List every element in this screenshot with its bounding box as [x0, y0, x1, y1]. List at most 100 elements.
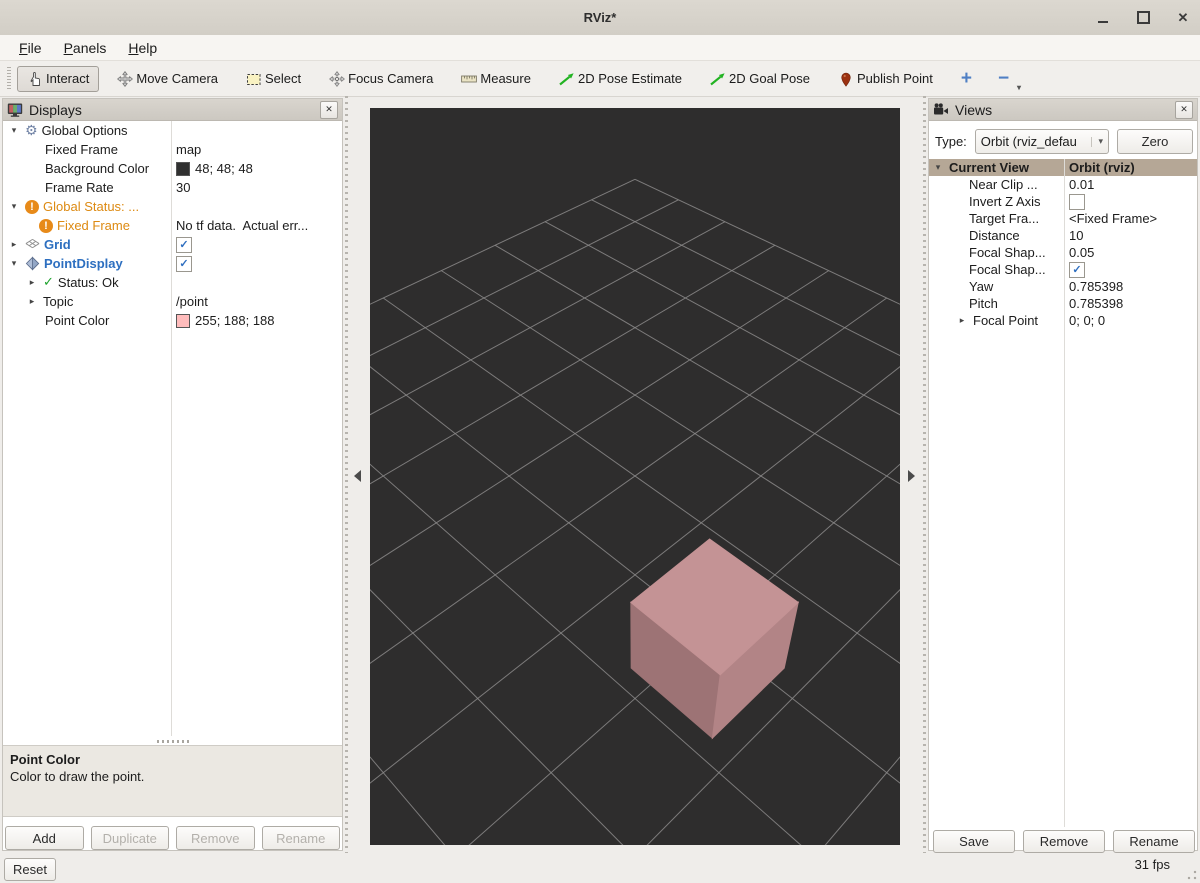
value-text[interactable]: Orbit (rviz) — [1069, 160, 1135, 175]
views-row-distance[interactable]: Distance10 — [929, 227, 1197, 244]
maximize-icon[interactable] — [1134, 9, 1152, 27]
value-text[interactable]: 255; 188; 188 — [195, 313, 275, 328]
rename-button[interactable]: Rename — [1113, 830, 1195, 853]
expander-down-icon[interactable]: ▾ — [7, 126, 21, 136]
view-type-value: Orbit (rviz_defau — [981, 134, 1077, 149]
tool-dropdown-icon[interactable]: ▾ — [1017, 83, 1021, 92]
property-label: Status: Ok — [58, 275, 119, 290]
tool-publish-point[interactable]: Publish Point — [828, 66, 943, 92]
render-viewport[interactable] — [370, 108, 900, 845]
left-splitter[interactable] — [345, 96, 348, 853]
value-text[interactable]: 0.05 — [1069, 245, 1094, 260]
expander-right-icon[interactable]: ▸ — [25, 278, 39, 288]
checkbox-unchecked[interactable] — [1069, 194, 1085, 210]
checkbox-checked[interactable]: ✓ — [176, 256, 192, 272]
value-text[interactable]: 10 — [1069, 228, 1083, 243]
views-row-focal-point[interactable]: ▸ Focal Point 0; 0; 0 — [929, 312, 1197, 329]
displays-splitter-handle[interactable] — [157, 740, 189, 743]
property-label: Focal Point — [973, 313, 1038, 328]
checkbox-checked[interactable]: ✓ — [1069, 262, 1085, 278]
value-text[interactable]: 0.01 — [1069, 177, 1094, 192]
displays-row-pointdisplay[interactable]: ▾PointDisplay✓ — [3, 254, 342, 273]
tool-2d-goal-pose[interactable]: 2D Goal Pose — [700, 66, 820, 92]
property-value: ✓ — [171, 256, 342, 272]
views-row-focal-shap[interactable]: Focal Shap...0.05 — [929, 244, 1197, 261]
menu-file[interactable]: File — [8, 38, 53, 58]
pose-arrow-icon — [559, 71, 575, 87]
views-row-focal-shap[interactable]: Focal Shap...✓ — [929, 261, 1197, 278]
displays-row-grid[interactable]: ▸Grid✓ — [3, 235, 342, 254]
displays-row-background-color[interactable]: Background Color48; 48; 48 — [3, 159, 342, 178]
color-swatch[interactable] — [176, 314, 190, 328]
displays-row-fixed-frame[interactable]: !Fixed FrameNo tf data. Actual err... — [3, 216, 342, 235]
views-row-yaw[interactable]: Yaw0.785398 — [929, 278, 1197, 295]
right-splitter[interactable] — [923, 96, 926, 853]
toolbar-drag-handle-icon[interactable] — [6, 67, 12, 91]
expander-right-icon[interactable]: ▸ — [955, 316, 969, 326]
add-button[interactable]: Add — [5, 826, 84, 850]
value-text[interactable]: map — [176, 142, 201, 157]
reset-button[interactable]: Reset — [4, 858, 56, 881]
toolbar: Interact Move Camera Select Focus Camera Mea… — [0, 61, 1200, 97]
value-text[interactable]: 0.785398 — [1069, 296, 1123, 311]
remove-tool-label: − — [998, 68, 1009, 89]
resize-grip-icon[interactable] — [1187, 870, 1197, 880]
color-swatch[interactable] — [176, 162, 190, 176]
expander-right-icon[interactable]: ▸ — [7, 240, 21, 250]
value-text[interactable]: 48; 48; 48 — [195, 161, 253, 176]
warning-icon: ! — [25, 200, 39, 214]
views-row-invert-z-axis[interactable]: Invert Z Axis — [929, 193, 1197, 210]
menu-panels[interactable]: Panels — [53, 38, 118, 58]
collapse-right-icon[interactable] — [908, 470, 915, 482]
view-type-select[interactable]: Orbit (rviz_defau ▾ — [975, 129, 1109, 154]
displays-row-point-color[interactable]: Point Color255; 188; 188 — [3, 311, 342, 330]
displays-row-status-ok[interactable]: ▸✓Status: Ok — [3, 273, 342, 292]
views-buttons: Save Remove Rename — [933, 830, 1195, 853]
displays-row-fixed-frame[interactable]: Fixed Framemap — [3, 140, 342, 159]
close-icon[interactable]: ✕ — [1174, 9, 1192, 27]
displays-close-icon[interactable]: ✕ — [320, 101, 338, 119]
status-bar: Reset 31 fps — [0, 855, 1200, 883]
save-button[interactable]: Save — [933, 830, 1015, 853]
tool-move-camera[interactable]: Move Camera — [107, 66, 228, 92]
tool-interact[interactable]: Interact — [17, 66, 99, 92]
displays-row-frame-rate[interactable]: Frame Rate30 — [3, 178, 342, 197]
collapse-left-icon[interactable] — [354, 470, 361, 482]
menu-help[interactable]: Help — [117, 38, 168, 58]
tool-measure[interactable]: Measure — [451, 66, 541, 92]
views-row-pitch[interactable]: Pitch0.785398 — [929, 295, 1197, 312]
value-text[interactable]: 0.785398 — [1069, 279, 1123, 294]
value-text[interactable]: /point — [176, 294, 208, 309]
value-text[interactable]: 0; 0; 0 — [1069, 313, 1105, 328]
displays-row-topic[interactable]: ▸Topic/point — [3, 292, 342, 311]
zero-button[interactable]: Zero — [1117, 129, 1193, 154]
value-text[interactable]: 30 — [176, 180, 190, 195]
value-text[interactable]: <Fixed Frame> — [1069, 211, 1157, 226]
value-text[interactable]: No tf data. Actual err... — [176, 218, 308, 233]
expander-right-icon[interactable]: ▸ — [25, 297, 39, 307]
tool-2d-pose-estimate[interactable]: 2D Pose Estimate — [549, 66, 692, 92]
property-description-box: Point Color Color to draw the point. — [3, 745, 342, 817]
remove-tool-button[interactable]: −▾ — [988, 68, 1019, 90]
checkbox-checked[interactable]: ✓ — [176, 237, 192, 253]
tool-focus-camera[interactable]: Focus Camera — [319, 66, 443, 92]
views-row-current-view[interactable]: ▾Current ViewOrbit (rviz) — [929, 159, 1197, 176]
remove-button[interactable]: Remove — [1023, 830, 1105, 853]
displays-buttons: AddDuplicateRemoveRename — [5, 826, 340, 850]
focus-camera-icon — [329, 71, 345, 87]
views-row-near-clip[interactable]: Near Clip ...0.01 — [929, 176, 1197, 193]
displays-row-global-status[interactable]: ▾!Global Status: ... — [3, 197, 342, 216]
displays-row-global-options[interactable]: ▾⚙Global Options — [3, 121, 342, 140]
3d-scene-svg[interactable] — [370, 108, 900, 845]
expander-down-icon[interactable]: ▾ — [931, 163, 945, 173]
grid-lines — [370, 179, 900, 845]
views-panel-title: Views — [955, 102, 1169, 118]
views-close-icon[interactable]: ✕ — [1175, 101, 1193, 119]
tool-select[interactable]: Select — [236, 66, 311, 92]
chevron-down-icon: ▾ — [1091, 137, 1103, 147]
add-tool-button[interactable]: + — [951, 68, 982, 90]
minimize-icon[interactable] — [1094, 9, 1112, 27]
views-row-target-fra[interactable]: Target Fra...<Fixed Frame> — [929, 210, 1197, 227]
expander-down-icon[interactable]: ▾ — [7, 259, 21, 269]
expander-down-icon[interactable]: ▾ — [7, 202, 21, 212]
